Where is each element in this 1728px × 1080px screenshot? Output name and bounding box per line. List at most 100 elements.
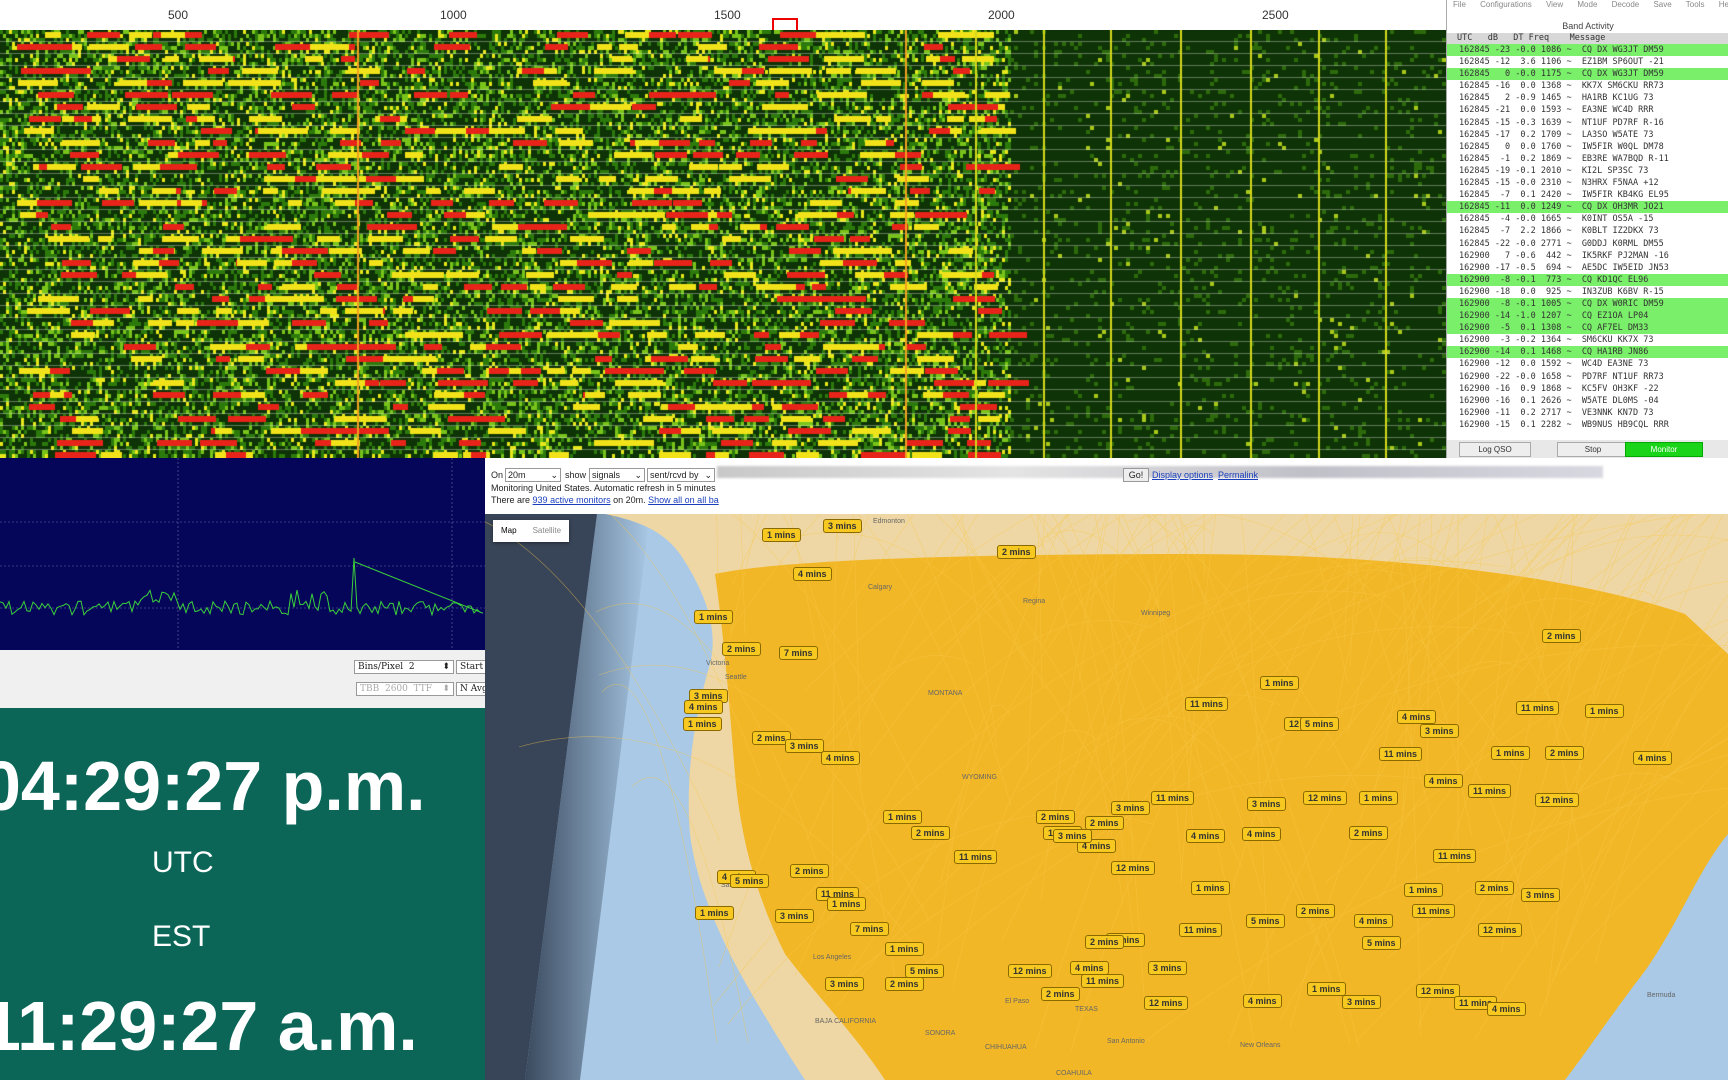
spot-label[interactable]: 2 mins [1475,881,1514,895]
spot-label[interactable]: 3 mins [1111,801,1150,815]
decode-row[interactable]: 162845 -16 0.0 1368 ~ KK7X SM6CKU RR73 [1447,80,1728,92]
waterfall-canvas[interactable] [0,30,1446,458]
spot-label[interactable]: 1 mins [683,717,722,731]
decode-row[interactable]: 162845 -7 0.1 2420 ~ IW5FIR KB4KG EL95 [1447,189,1728,201]
spot-label[interactable]: 1 mins [1359,791,1398,805]
spot-label[interactable]: 2 mins [1036,810,1075,824]
decode-row[interactable]: 162900 -16 0.9 1868 ~ KC5FV OH3KF -22 [1447,383,1728,395]
decode-row[interactable]: 162900 -3 -0.2 1364 ~ SM6CKU KK7X 73 [1447,334,1728,346]
spot-label[interactable]: 5 mins [905,964,944,978]
waterfall-display[interactable]: 500 1000 1500 2000 2500 [0,0,1446,458]
spot-label[interactable]: 12 mins [1416,984,1460,998]
decode-row[interactable]: 162900 -8 -0.1 1005 ~ CQ DX W0RIC DM59 [1447,297,1728,311]
spot-label[interactable]: 4 mins [1070,961,1109,975]
spot-label[interactable]: 3 mins [1521,888,1560,902]
spot-label[interactable]: 4 mins [684,700,723,714]
decode-row[interactable]: 162845 -23 -0.0 1086 ~ CQ DX WG3JT DM59 [1447,44,1728,57]
direction-select[interactable]: sent/rcvd by ⌄ [647,468,715,482]
spot-label[interactable]: 4 mins [1487,1002,1526,1016]
spot-label[interactable]: 1 mins [1404,883,1443,897]
decode-row[interactable]: 162900 -14 -1.0 1207 ~ CQ EZ1OA LP04 [1447,310,1728,323]
spot-label[interactable]: 3 mins [1148,961,1187,975]
spot-label[interactable]: 3 mins [823,519,862,533]
stop-button[interactable]: Stop [1557,442,1629,457]
decode-row[interactable]: 162845 -17 0.2 1709 ~ LA3SO W5ATE 73 [1447,129,1728,141]
spot-label[interactable]: 5 mins [1246,914,1285,928]
decode-row[interactable]: 162845 -4 -0.0 1665 ~ K0INT OS5A -15 [1447,213,1728,225]
spot-label[interactable]: 3 mins [785,739,824,753]
spot-label[interactable]: 1 mins [1585,704,1624,718]
spot-label[interactable]: 2 mins [1545,746,1584,760]
map-type-toggle[interactable]: Map Satellite [493,520,570,542]
spot-label[interactable]: 11 mins [1179,923,1223,937]
decode-row[interactable]: 162900 -17 -0.5 694 ~ AE5DC IW5EID JN53 [1447,262,1728,274]
spot-label[interactable]: 4 mins [1242,827,1281,841]
spot-label[interactable]: 11 mins [1468,784,1512,798]
decode-row[interactable]: 162845 0 -0.0 1175 ~ CQ DX WG3JT DM59 [1447,68,1728,81]
spot-label[interactable]: 3 mins [1053,829,1092,843]
show-select[interactable]: signals ⌄ [589,468,645,482]
spot-label[interactable]: 11 mins [1151,791,1195,805]
spot-label[interactable]: 1 mins [1491,746,1530,760]
decode-row[interactable]: 162900 -18 0.0 925 ~ IN3ZUB K6BV R-15 [1447,286,1728,298]
decode-row[interactable]: 162845 -7 2.2 1866 ~ K0BLT IZ2DKX 73 [1447,225,1728,237]
spot-label[interactable]: 12 mins [1535,793,1579,807]
tbd-spinner[interactable]: TBB 2600 TTF ⬍ [356,682,454,696]
spot-label[interactable]: 11 mins [1379,747,1423,761]
spot-label[interactable]: 11 mins [954,850,998,864]
spot-label[interactable]: 2 mins [1041,987,1080,1001]
map-button[interactable]: Map [493,520,525,542]
spot-label[interactable]: 5 mins [1362,936,1401,950]
satellite-button[interactable]: Satellite [525,520,569,542]
band-select[interactable]: 20m ⌄ [505,468,561,482]
spot-label[interactable]: 3 mins [825,977,864,991]
spot-label[interactable]: 4 mins [1354,914,1393,928]
decode-list[interactable]: 162845 -23 -0.0 1086 ~ CQ DX WG3JT DM59 1… [1447,44,1728,431]
active-monitors-link[interactable]: 939 active monitors [533,495,611,505]
decode-row[interactable]: 162845 2 -0.9 1465 ~ HA1RB KC1UG 73 [1447,92,1728,104]
spot-label[interactable]: 3 mins [775,909,814,923]
decode-row[interactable]: 162900 -14 0.1 1468 ~ CQ HA1RB JN86 [1447,346,1728,359]
spot-label[interactable]: 4 mins [1424,774,1463,788]
monitor-button[interactable]: Monitor [1625,442,1703,457]
spot-label[interactable]: 4 mins [793,567,832,581]
log-qso-button[interactable]: Log QSO [1459,442,1531,457]
spot-label[interactable]: 7 mins [779,646,818,660]
decode-row[interactable]: 162845 -15 -0.3 1639 ~ NT1UF PD7RF R-16 [1447,117,1728,129]
spot-label[interactable]: 12 mins [1478,923,1522,937]
menu-mode[interactable]: Mode [1577,0,1597,9]
decode-row[interactable]: 162900 -12 0.0 1592 ~ WC4D EA3NE 73 [1447,358,1728,370]
spot-label[interactable]: 7 mins [850,922,889,936]
spot-label[interactable]: 3 mins [1420,724,1459,738]
decode-row[interactable]: 162845 -22 -0.0 2771 ~ G0DDJ K0RML DM55 [1447,238,1728,250]
spot-label[interactable]: 2 mins [885,977,924,991]
spot-label[interactable]: 2 mins [1085,816,1124,830]
spot-label[interactable]: 1 mins [1260,676,1299,690]
menu-file[interactable]: File [1453,0,1466,9]
spot-label[interactable]: 4 mins [1397,710,1436,724]
spot-label[interactable]: 2 mins [790,864,829,878]
spot-label[interactable]: 11 mins [1433,849,1477,863]
decode-row[interactable]: 162845 -11 0.0 1249 ~ CQ DX OH3MR JO21 [1447,201,1728,214]
decode-row[interactable]: 162900 -22 -0.0 1658 ~ PD7RF NT1UF RR73 [1447,371,1728,383]
spot-label[interactable]: 2 mins [997,545,1036,559]
decode-row[interactable]: 162845 -12 3.6 1106 ~ EZ1BM SP6OUT -21 [1447,56,1728,68]
decode-row[interactable]: 162845 -15 -0.0 2310 ~ N3HRX F5NAA +12 [1447,177,1728,189]
menu-view[interactable]: View [1546,0,1563,9]
spot-label[interactable]: 5 mins [1300,717,1339,731]
menu-save[interactable]: Save [1653,0,1671,9]
spot-label[interactable]: 2 mins [1085,935,1124,949]
spot-label[interactable]: 12 mins [1111,861,1155,875]
menu-configurations[interactable]: Configurations [1480,0,1532,9]
decode-row[interactable]: 162845 -21 0.0 1593 ~ EA3NE WC4D RRR [1447,104,1728,116]
decode-row[interactable]: 162900 7 -0.6 442 ~ IK5RKF PJ2MAN -16 [1447,250,1728,262]
decode-row[interactable]: 162845 0 0.0 1760 ~ IW5FIR W0QL DM78 [1447,141,1728,153]
spot-label[interactable]: 2 mins [1349,826,1388,840]
go-button[interactable]: Go! [1123,468,1149,482]
spot-label[interactable]: 2 mins [1296,904,1335,918]
decode-row[interactable]: 162900 -15 0.1 2282 ~ WB9NUS HB9CQL RRR [1447,419,1728,431]
menu-decode[interactable]: Decode [1612,0,1640,9]
reception-map[interactable]: Map Satellite Edmonton Calgary Regina Win… [485,514,1728,1080]
spot-label[interactable]: 4 mins [1633,751,1672,765]
spot-label[interactable]: 12 mins [1008,964,1052,978]
